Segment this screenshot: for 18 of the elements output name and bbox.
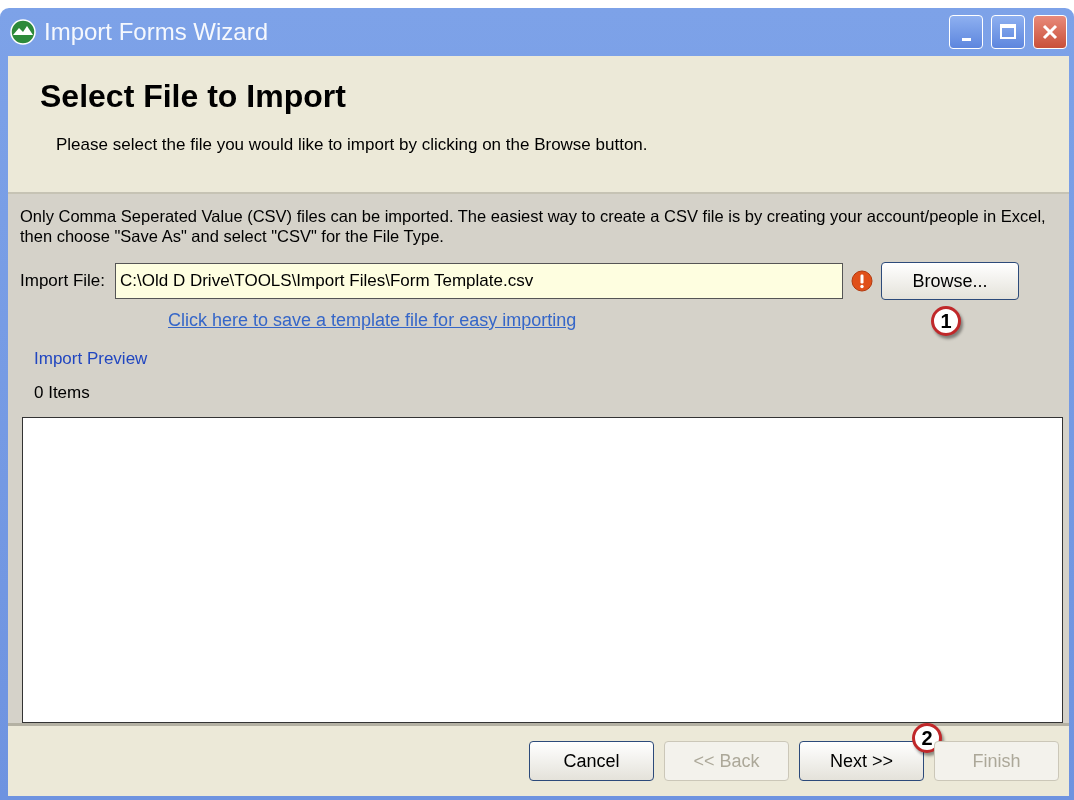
close-button[interactable] [1033,15,1067,49]
section-label: Import Preview [34,349,148,369]
minimize-icon [961,37,971,41]
file-path-field[interactable]: C:\Old D Drive\TOOLS\Import Files\Form Template.csv [115,263,844,299]
item-count: 0 Items [34,383,90,403]
wizard-button[interactable]: Cancel [529,741,654,781]
minimize-button[interactable] [949,15,983,49]
maximize-icon [999,23,1017,41]
window-title: Import Forms Wizard [44,18,269,46]
close-icon [1041,23,1059,41]
callout-badge: 1 [931,306,962,336]
field-label: Import File: [20,271,106,291]
maximize-button[interactable] [991,15,1025,49]
page-title: Select File to Import [40,78,347,115]
browse-button[interactable]: Browse... [881,262,1020,300]
info-text: Only Comma Seperated Value (CSV) files can be imported. The easiest way to create a CSV file is by creating your account/people in Excel, then choose "Save As" and select "CSV" for the File Type. [20,206,1047,246]
template-link[interactable]: Click here to save a template file for easy importing [168,310,577,331]
instruction-text: Please select the file you would like to import by clicking on the Browse button. [56,135,649,155]
